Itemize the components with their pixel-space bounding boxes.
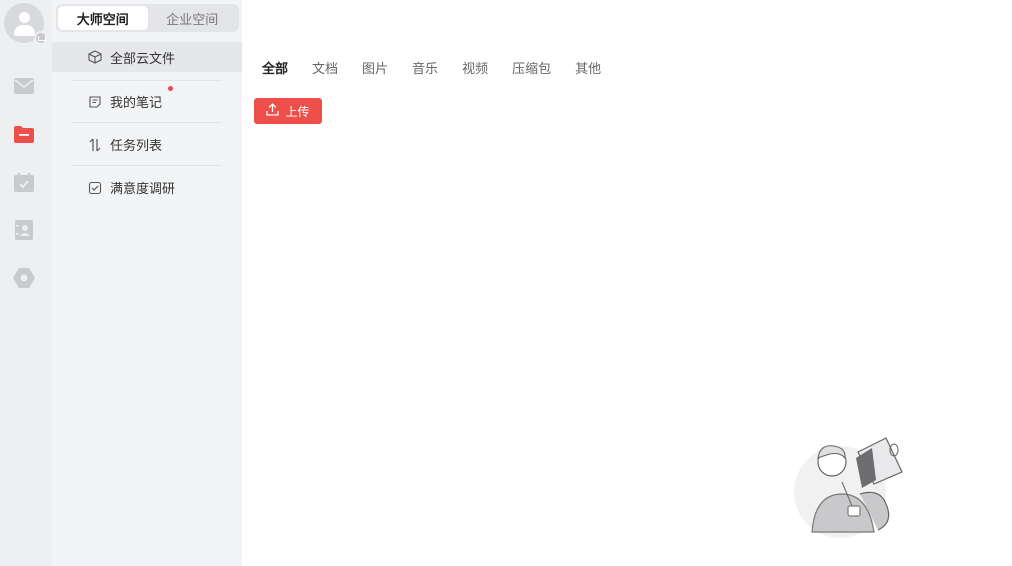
tab-images[interactable]: 图片 <box>362 58 388 77</box>
file-type-tabs: 全部 文档 图片 音乐 视频 压缩包 其他 <box>262 58 625 77</box>
tab-master-space[interactable]: 大师空间 <box>58 6 148 30</box>
tab-archives[interactable]: 压缩包 <box>512 58 551 77</box>
nav-item-survey[interactable]: 满意度调研 <box>52 166 242 209</box>
contacts-icon[interactable] <box>12 218 36 242</box>
folder-icon[interactable] <box>12 122 36 146</box>
nav-item-label: 我的笔记 <box>110 96 163 111</box>
tab-other[interactable]: 其他 <box>575 58 601 77</box>
tab-all[interactable]: 全部 <box>262 58 288 77</box>
upload-button[interactable]: 上传 <box>254 98 322 124</box>
unread-dot <box>168 86 173 91</box>
empty-state-illustration <box>790 432 915 542</box>
nav-item-my-notes[interactable]: 我的笔记 <box>52 80 242 123</box>
nav-item-label: 满意度调研 <box>110 182 176 197</box>
cube-icon <box>88 50 102 64</box>
checkbox-icon <box>88 181 102 195</box>
space-switcher: 大师空间 企业空间 <box>56 4 239 32</box>
vip-badge-icon <box>34 31 48 45</box>
upload-label: 上传 <box>285 104 310 119</box>
divider <box>72 80 222 81</box>
sort-arrows-icon <box>88 138 102 152</box>
nav-list: 全部云文件 我的笔记 任务列表 满意度调研 <box>52 42 242 209</box>
tab-music[interactable]: 音乐 <box>412 58 438 77</box>
note-icon <box>88 95 102 109</box>
mail-icon[interactable] <box>12 74 36 98</box>
nav-item-all-files[interactable]: 全部云文件 <box>52 42 242 72</box>
tab-videos[interactable]: 视频 <box>462 58 488 77</box>
tab-enterprise-space[interactable]: 企业空间 <box>148 6 238 30</box>
upload-icon <box>266 103 280 119</box>
nav-item-label: 任务列表 <box>110 139 163 154</box>
nav-item-label: 全部云文件 <box>110 51 176 67</box>
tab-documents[interactable]: 文档 <box>312 58 338 77</box>
icon-rail <box>0 0 52 566</box>
calendar-check-icon[interactable] <box>12 170 36 194</box>
nav-item-task-list[interactable]: 任务列表 <box>52 123 242 166</box>
secondary-nav: 大师空间 企业空间 全部云文件 我的笔记 任务列表 满意度调研 <box>52 0 242 566</box>
settings-hexagon-icon[interactable] <box>12 266 36 290</box>
